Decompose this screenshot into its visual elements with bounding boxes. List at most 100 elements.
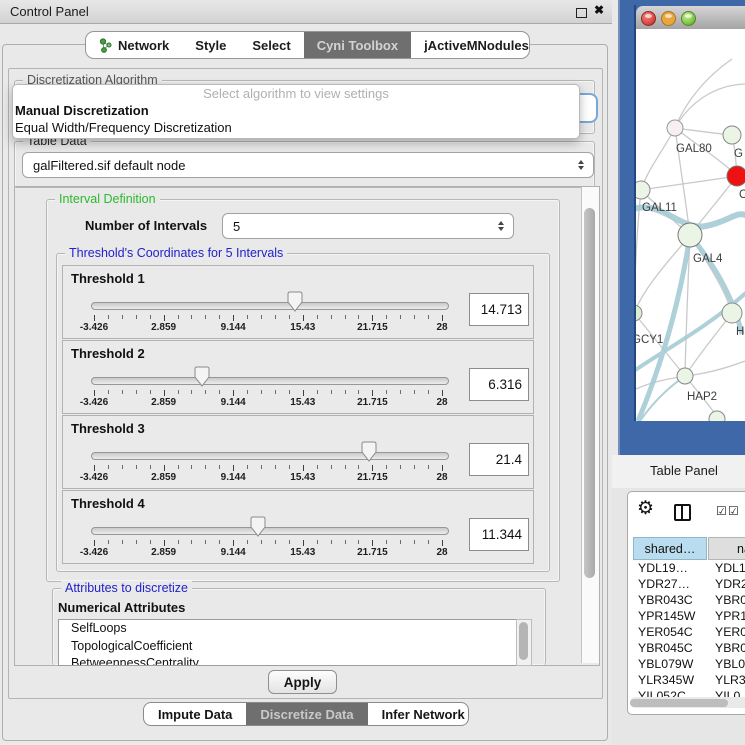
threshold-2-box: Threshold 2 -3.4262.8599.14415.4321.7152… (62, 340, 534, 414)
tab-impute-data[interactable]: Impute Data (144, 703, 246, 725)
dropdown-option-manual[interactable]: Manual Discretization (13, 102, 579, 119)
num-intervals-value: 5 (233, 219, 240, 234)
tab-select-label: Select (252, 38, 290, 53)
tab-style-label: Style (195, 38, 226, 53)
node-highlighted-red[interactable] (727, 166, 745, 186)
column-header-shared-name[interactable]: shared… (633, 537, 707, 560)
columns-icon[interactable] (674, 504, 691, 521)
network-graph: GAL80 G C GAL11 GAL4 GCY1 H HAP2 (636, 29, 745, 421)
control-panel-titlebar (0, 0, 612, 24)
column-header-name[interactable]: na (708, 537, 745, 560)
apply-button[interactable]: Apply (268, 670, 337, 694)
numerical-attributes-list[interactable]: SelfLoops TopologicalCoefficient Between… (58, 619, 518, 666)
vertical-scrollbar-thumb[interactable] (584, 208, 595, 578)
threshold-4-value-field[interactable]: 11.344 (469, 518, 529, 551)
num-intervals-combobox[interactable]: 5 (222, 213, 514, 239)
threshold-3-slider-thumb[interactable] (360, 440, 378, 464)
panel-title: Control Panel (10, 4, 89, 19)
tab-cyni-toolbox[interactable]: Cyni Toolbox (304, 32, 411, 58)
table-rows: YDL19…YDL1 YDR27…YDR2 YBR043CYBR0 YPR145… (628, 560, 745, 698)
tab-infer-network[interactable]: Infer Network (368, 703, 469, 725)
table-row[interactable]: YPR145WYPR1 (628, 608, 745, 624)
attributes-group-title: Attributes to discretize (61, 581, 192, 595)
node-gal80[interactable] (667, 120, 683, 136)
threshold-3-value-field[interactable]: 21.4 (469, 443, 529, 476)
threshold-4-box: Threshold 4 -3.4262.8599.14415.4321.7152… (62, 490, 534, 564)
node-label-partial: G (734, 148, 743, 160)
top-tabbar: Network Style Select Cyni Toolbox jActiv… (85, 31, 530, 59)
close-icon[interactable]: ✖ (594, 3, 604, 17)
threshold-4-slider-thumb[interactable] (249, 515, 267, 539)
threshold-1-slider-thumb[interactable] (286, 290, 304, 314)
zoom-traffic-light[interactable] (681, 11, 696, 26)
num-intervals-label: Number of Intervals (85, 218, 207, 233)
combo-stepper-icon (498, 221, 504, 231)
dropdown-option-equal-width[interactable]: Equal Width/Frequency Discretization (13, 119, 579, 136)
threshold-1-box: Threshold 1 -3.4262.8599.14415.4321.7152… (62, 265, 534, 339)
threshold-1-value-field[interactable]: 14.713 (469, 293, 529, 326)
tab-network[interactable]: Network (86, 32, 182, 58)
node-gal4[interactable] (678, 223, 702, 247)
table-row[interactable]: YBR043CYBR0 (628, 592, 745, 608)
table-row[interactable]: YER054CYER0 (628, 624, 745, 640)
thresholds-group-title: Threshold's Coordinates for 5 Intervals (65, 246, 287, 260)
tab-jactivemnodules-label: jActiveMNodules (424, 38, 529, 53)
node-label: GCY1 (636, 334, 663, 346)
horizontal-scrollbar-thumb[interactable] (630, 699, 728, 707)
tab-impute-data-label: Impute Data (158, 707, 232, 722)
tab-discretize-data[interactable]: Discretize Data (246, 703, 367, 725)
app-root: Control Panel ✖ Network Style Select Cyn… (0, 0, 745, 745)
network-canvas[interactable]: GAL80 G C GAL11 GAL4 GCY1 H HAP2 (636, 29, 745, 421)
mode-tabbar: Impute Data Discretize Data Infer Networ… (143, 702, 469, 726)
table-row[interactable]: YBL079WYBL0 (628, 656, 745, 672)
node-partial-right[interactable] (722, 303, 742, 323)
list-item[interactable]: SelfLoops (59, 620, 517, 638)
node-label: GAL4 (693, 253, 723, 265)
node-hap2[interactable] (677, 368, 693, 384)
tab-style[interactable]: Style (182, 32, 239, 58)
slider-axis: -3.4262.8599.14415.4321.71528 (63, 341, 533, 413)
slider-axis: -3.4262.8599.14415.4321.71528 (63, 416, 533, 488)
network-window-titlebar[interactable] (636, 6, 745, 30)
gear-icon[interactable]: ⚙ (637, 499, 654, 518)
node-gal11[interactable] (636, 181, 650, 199)
table-row[interactable]: YLR345WYLR3 (628, 672, 745, 688)
checkbox-icon[interactable]: ☑ (728, 505, 739, 517)
table-data-combobox[interactable]: galFiltered.sif default node (22, 152, 594, 178)
close-traffic-light[interactable] (641, 11, 656, 26)
algorithm-dropdown-popup: Select algorithm to view settings Manual… (12, 84, 580, 139)
list-item[interactable]: TopologicalCoefficient (59, 638, 517, 656)
list-item[interactable]: BetweennessCentrality (59, 655, 517, 666)
node-label-partial: C (739, 189, 745, 201)
threshold-2-value-field[interactable]: 6.316 (469, 368, 529, 401)
threshold-3-box: Threshold 3 -3.4262.8599.14415.4321.7152… (62, 415, 534, 489)
node-label-partial: H (736, 326, 744, 338)
node-partial-top-right[interactable] (723, 126, 741, 144)
table-row[interactable]: YDL19…YDL1 (628, 560, 745, 576)
node-gcy1[interactable] (636, 305, 642, 321)
interval-definition-title: Interval Definition (55, 192, 160, 206)
float-window-icon[interactable] (576, 8, 587, 18)
list-scrollbar-thumb[interactable] (519, 622, 528, 660)
apply-button-label: Apply (284, 675, 322, 690)
numerical-attributes-label: Numerical Attributes (58, 600, 185, 615)
tab-cyni-toolbox-label: Cyni Toolbox (317, 38, 398, 53)
node-table: ⚙ ☑ ☑ shared… na YDL19…YDL1 YDR27…YDR2 Y… (627, 491, 745, 715)
tab-infer-network-label: Infer Network (382, 707, 465, 722)
table-row[interactable]: YBR045CYBR0 (628, 640, 745, 656)
dropdown-placeholder: Select algorithm to view settings (13, 85, 579, 102)
table-data-value: galFiltered.sif default node (33, 158, 185, 173)
tab-select[interactable]: Select (239, 32, 303, 58)
slider-axis: -3.4262.8599.14415.4321.71528 (63, 491, 533, 563)
node-label: GAL11 (642, 202, 677, 214)
combo-stepper-icon (578, 160, 584, 170)
node-label: GAL80 (676, 143, 712, 155)
table-row[interactable]: YDR27…YDR2 (628, 576, 745, 592)
threshold-2-slider-thumb[interactable] (193, 365, 211, 389)
checkbox-icon[interactable]: ☑ (716, 505, 727, 517)
tab-discretize-data-label: Discretize Data (260, 707, 353, 722)
minimize-traffic-light[interactable] (661, 11, 676, 26)
node-partial-bottom[interactable] (709, 411, 725, 421)
table-panel-title: Table Panel (650, 463, 718, 478)
tab-jactivemnodules[interactable]: jActiveMNodules (411, 32, 530, 58)
